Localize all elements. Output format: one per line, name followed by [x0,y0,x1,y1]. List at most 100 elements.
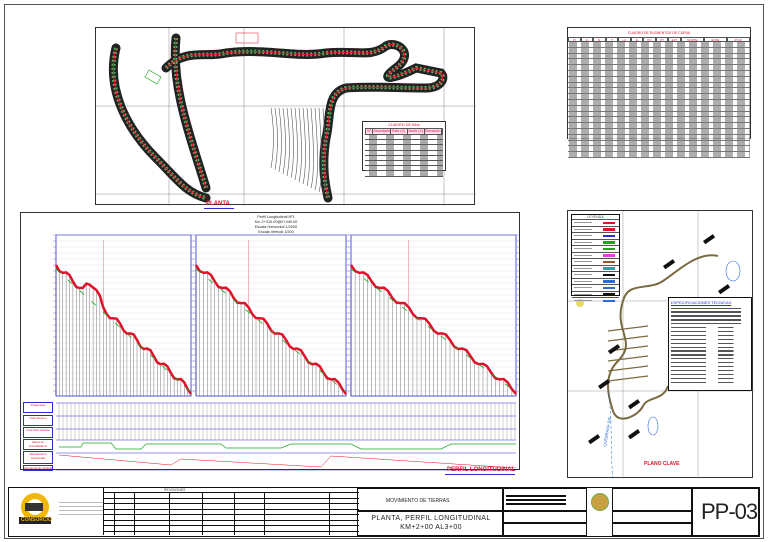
revisions-table: REVISIONES [103,488,359,535]
spec-line [671,369,749,372]
legend-swatch [603,293,615,296]
spec-line [671,365,749,368]
contour-line [270,107,274,169]
legend-swatch [603,286,615,289]
legend-label [574,261,592,262]
scale-cell [612,511,692,523]
plan-title-underline [204,208,234,209]
road-switchback [607,325,649,332]
station-tag [663,259,676,270]
legend-label [574,241,592,243]
company-name: CONSORCIO [21,517,52,523]
curve-table: CUADRO DE ELEMENTOS DE CURVA PI Δ R T LC E PC P… [567,27,751,158]
key-plan-title: PLANO CLAVE [644,461,680,467]
legend-label [574,228,592,230]
contour-line [314,107,318,191]
reviewer-cell [503,511,587,523]
spec-line [671,362,749,364]
bm-header-north: Norte (Y) [408,129,425,134]
pond-outline [725,260,741,282]
spec-line [671,350,749,352]
legend-swatch [603,234,615,237]
band-label: Cota Sub-rasante [23,427,53,438]
house-outline [144,69,162,85]
pond-outline [647,416,659,436]
spec-line [671,307,749,309]
band-label: Alineamiento Vertical [23,465,53,471]
road-switchback [607,355,649,362]
legend-swatch [603,299,615,302]
bm-table: CUADRO DE BMs N° Descripción Este (X) No… [362,121,446,177]
revision-row [104,497,359,499]
bm-header-east: Este (X) [391,129,408,134]
contour-line [294,107,298,181]
plan-title: PLANTA [206,201,230,207]
legend-swatch [603,254,615,257]
spec-line [671,381,749,383]
contour-line [298,107,302,183]
revision-column [234,492,235,535]
revision-column [134,492,135,535]
legend-label [574,300,592,301]
legend-label [574,274,592,275]
contour-line [282,107,286,175]
profile-view: Perfil Longitudinal Nº1 Km 2+310.00@2+44… [20,212,520,471]
spec-line [671,346,749,348]
legend-swatch [603,267,615,270]
spec-line [671,319,749,321]
revision-column [264,492,265,535]
legend-swatch [603,260,615,263]
plan-name-1: PLANTA, PERFIL LONGITUDINAL [371,515,491,522]
dates-cell [612,488,692,511]
legend-label [574,254,592,256]
spec-line [671,358,749,360]
legend-label [574,280,592,282]
contour-line [290,107,294,179]
specialty-cell: MOVIMIENTO DE TIERRAS [357,488,503,511]
plan-view [95,27,476,206]
plan-drawing [96,28,476,206]
contour-line [310,107,314,189]
legend-label [574,235,592,236]
bm-header-description: Descripción [373,129,391,134]
revision-row [104,492,359,493]
spec-line [671,354,749,356]
annotation-box [235,32,259,44]
revision-column [329,492,330,535]
plan-name-2: KM+2+00 AL3+00 [400,524,462,531]
legend-swatch [603,221,615,224]
spec-line [671,377,749,379]
company-info [59,502,104,516]
legend-label [574,222,592,223]
road-switchback [607,375,649,382]
key-plan: LEYENDA ESPECIFICACIONES TECNICAS PLANO … [567,210,754,479]
station-tag [628,399,641,410]
company-logo: CONSORCIO [15,491,55,529]
curve-table-row [568,152,750,158]
specs-box: ESPECIFICACIONES TECNICAS [668,297,752,391]
band-label: Progresiva [23,402,53,413]
contour-line [286,107,290,177]
revision-row [104,525,359,526]
revision-row [104,530,359,532]
sheet-code: PP-03 [701,499,758,524]
sheet-code-cell: PP-03 [692,488,759,536]
station-tag [588,434,601,445]
bm-header-elevation: Elevación (Z) [424,129,443,134]
legend-label [574,293,592,295]
band-label: Cota Terreno [23,415,53,426]
curve-table-title: CUADRO DE ELEMENTOS DE CURVA [627,31,691,35]
profile-title: PERFIL LONGITUDINAL [447,467,516,473]
plan-name-cell: PLANTA, PERFIL LONGITUDINAL KM+2+00 AL3+… [357,511,503,536]
legend-swatch [603,241,615,244]
revision-row [104,519,359,521]
contour-line [302,107,306,185]
spec-line [671,330,749,333]
spec-line [671,342,749,344]
legend-swatch [603,247,615,250]
road-switchback [607,335,649,342]
horizontal-alignment [59,442,516,450]
legend-item [572,297,619,304]
station-tag [718,284,731,295]
bm-header-number: N° [366,129,374,134]
